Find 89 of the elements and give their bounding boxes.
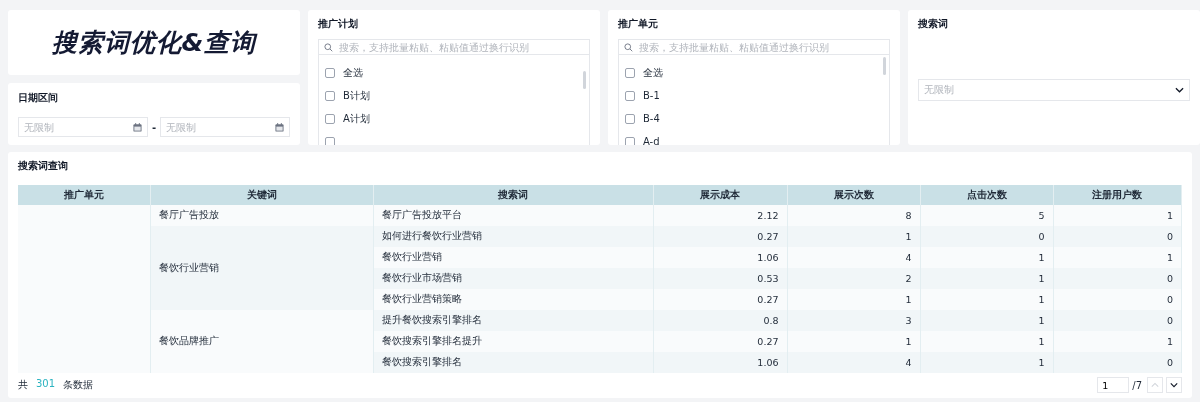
table-cell: 3 xyxy=(787,310,920,331)
table-cell: 2 xyxy=(787,268,920,289)
table-cell: 1 xyxy=(920,268,1053,289)
option-label: B-4 xyxy=(643,113,660,124)
checkbox[interactable] xyxy=(325,136,335,145)
column-header: 推广单元 xyxy=(18,185,150,205)
table-cell: 8 xyxy=(787,205,920,226)
table-cell: 餐饮品牌推广 xyxy=(150,310,373,373)
table-cell: 0 xyxy=(1053,226,1182,247)
table-cell: 餐饮行业营销 xyxy=(150,226,373,310)
checkbox[interactable] xyxy=(325,113,335,124)
table-cell: 1.06 xyxy=(653,352,787,373)
calendar-icon xyxy=(132,122,142,132)
table-title: 搜索词查询 xyxy=(18,159,69,173)
checkbox[interactable] xyxy=(325,90,335,101)
option-label: 全选 xyxy=(643,65,663,80)
table-cell: 餐厅广告投放 xyxy=(150,205,373,226)
chevron-down-icon xyxy=(1170,382,1178,388)
page-input[interactable]: 1 xyxy=(1097,377,1130,393)
date-range-label: 日期区间 xyxy=(18,91,59,105)
end-date-field[interactable]: 无限制 xyxy=(160,117,290,137)
total-count: 301 xyxy=(36,378,56,391)
table-cell: 1 xyxy=(920,247,1053,268)
table-cell: 4 xyxy=(787,352,920,373)
option-label: B-1 xyxy=(643,90,660,101)
table-cell: 0 xyxy=(1053,310,1182,331)
chevron-down-icon xyxy=(1175,87,1184,93)
option-label: 全选 xyxy=(343,65,363,80)
column-header: 关键词 xyxy=(150,185,373,205)
calendar-icon xyxy=(275,122,284,132)
table-cell: 餐饮行业市场营销 xyxy=(373,268,653,289)
page-total: /7 xyxy=(1132,379,1142,391)
table-cell: 2.12 xyxy=(653,205,787,226)
dashboard-title: 搜索词优化&查询 xyxy=(51,27,257,59)
next-page-button[interactable] xyxy=(1166,377,1182,393)
start-date-field[interactable]: 无限制 xyxy=(18,117,148,137)
table-cell: 餐饮行业营销 xyxy=(373,247,653,268)
checkbox[interactable] xyxy=(625,90,635,101)
total-suffix: 条数据 xyxy=(63,378,94,392)
table-cell: 1 xyxy=(787,289,920,310)
search-term-label: 搜索词 xyxy=(918,17,949,31)
column-header: 注册用户数 xyxy=(1053,185,1182,205)
checkbox[interactable] xyxy=(325,67,335,78)
table-cell: 提升餐饮搜索引擎排名 xyxy=(373,310,653,331)
table-cell: 0.8 xyxy=(653,310,787,331)
table-cell: 0 xyxy=(1053,289,1182,310)
checkbox[interactable] xyxy=(625,136,635,145)
table-cell: 1 xyxy=(1053,205,1182,226)
search-icon xyxy=(324,42,333,52)
table-cell: 如何进行餐饮行业营销 xyxy=(373,226,653,247)
checkbox[interactable] xyxy=(625,67,635,78)
table-cell: 0 xyxy=(1053,268,1182,289)
column-header: 展示次数 xyxy=(787,185,920,205)
date-separator: - xyxy=(151,121,157,133)
table-cell: 5 xyxy=(920,205,1053,226)
table-cell: 1 xyxy=(920,331,1053,352)
table-cell: 餐厅广告投放平台 xyxy=(373,205,653,226)
table-cell: 0.53 xyxy=(653,268,787,289)
column-header: 点击次数 xyxy=(920,185,1053,205)
table-cell: 1 xyxy=(787,331,920,352)
search-field[interactable]: 搜索，支持批量粘贴、粘贴值通过换行识别 xyxy=(319,40,589,55)
option-label: A计划 xyxy=(343,111,370,126)
chevron-up-icon xyxy=(1151,382,1159,388)
search-field[interactable]: 搜索，支持批量粘贴、粘贴值通过换行识别 xyxy=(619,40,889,55)
search-icon xyxy=(624,42,633,52)
option-label: B计划 xyxy=(343,88,370,103)
table-cell: 1 xyxy=(787,226,920,247)
table-cell: 1.06 xyxy=(653,247,787,268)
checkbox[interactable] xyxy=(625,113,635,124)
total-prefix: 共 xyxy=(18,378,28,392)
table-cell: 1 xyxy=(920,352,1053,373)
filter-label: 推广计划 xyxy=(318,17,359,31)
column-header: 展示成本 xyxy=(653,185,787,205)
column-header: 搜索词 xyxy=(373,185,653,205)
table-cell: 餐饮搜索引擎排名提升 xyxy=(373,331,653,352)
table-cell: 1 xyxy=(920,310,1053,331)
table-cell: 4 xyxy=(787,247,920,268)
table-cell: 1 xyxy=(920,289,1053,310)
table-cell: 0.27 xyxy=(653,331,787,352)
option-label: A-d xyxy=(643,136,660,145)
table-cell: 餐饮行业营销策略 xyxy=(373,289,653,310)
table-cell: 餐饮搜索引擎排名 xyxy=(373,352,653,373)
table-cell: 0 xyxy=(1053,352,1182,373)
filter-label: 推广单元 xyxy=(618,17,659,31)
table-cell: 0 xyxy=(920,226,1053,247)
table-cell: 1 xyxy=(1053,247,1182,268)
table-cell: 0.27 xyxy=(653,226,787,247)
table-cell: 0.27 xyxy=(653,289,787,310)
table-cell: 1 xyxy=(1053,331,1182,352)
